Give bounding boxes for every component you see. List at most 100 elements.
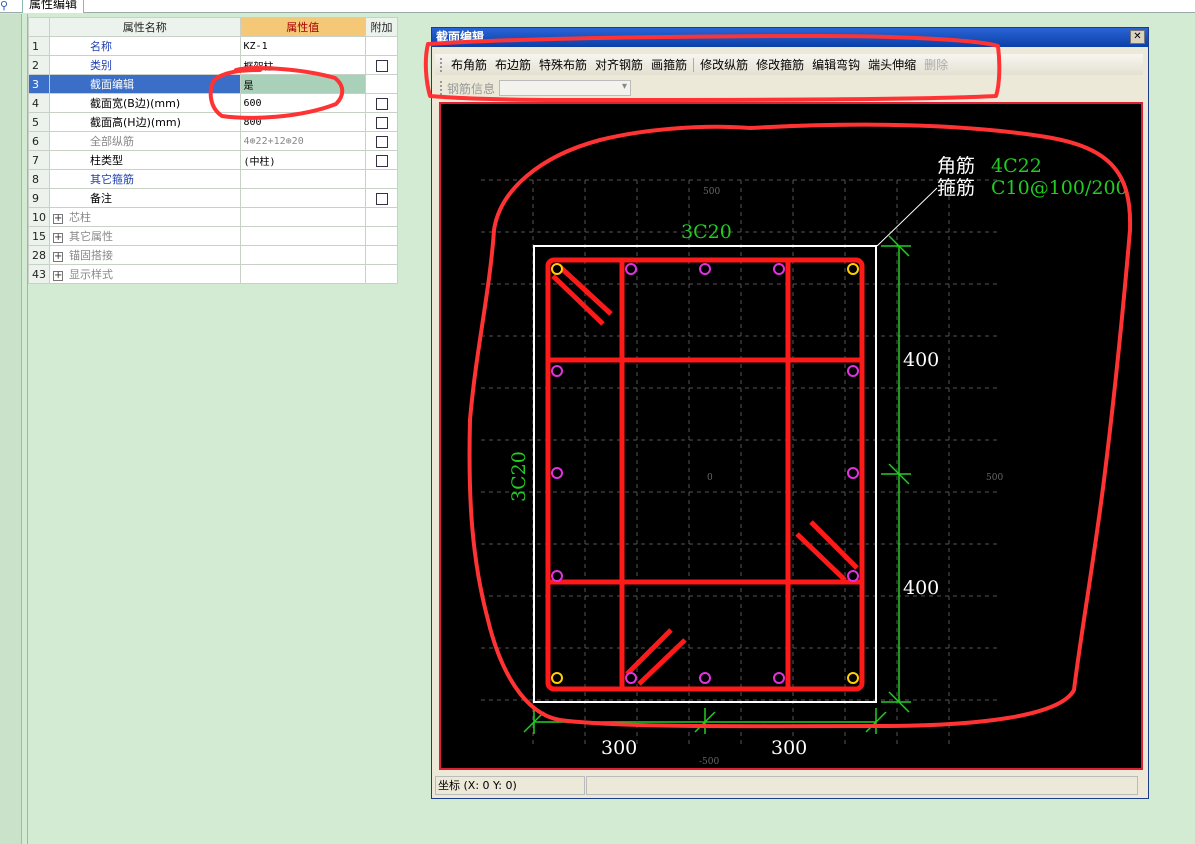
extra-checkbox[interactable] bbox=[375, 97, 388, 110]
property-value[interactable]: 框架柱 bbox=[239, 55, 367, 75]
end-extend-button[interactable]: 端头伸缩 bbox=[864, 56, 920, 73]
expand-icon[interactable]: + bbox=[53, 252, 63, 262]
table-row[interactable]: 5 截面高(H边)(mm) 800 bbox=[28, 112, 398, 132]
property-value[interactable] bbox=[239, 169, 367, 189]
property-group: + 其它属性 bbox=[49, 226, 241, 246]
section-drawing[interactable]: 500 500 -500 0 角筋 4C22 箍筋 C10@100/200 3C… bbox=[441, 104, 1141, 768]
axis-label-right: 500 bbox=[986, 473, 1003, 483]
table-row[interactable]: 10 + 芯柱 bbox=[28, 207, 398, 227]
corner-rebar-label: 角筋 bbox=[937, 155, 975, 177]
extra-checkbox[interactable] bbox=[375, 192, 388, 205]
property-value[interactable]: 4⊕22+12⊕20 bbox=[239, 131, 367, 151]
extra-cell bbox=[365, 245, 398, 265]
property-name: 其它箍筋 bbox=[49, 169, 241, 189]
extra-cell bbox=[365, 112, 398, 132]
corner-rebar-button[interactable]: 布角筋 bbox=[447, 56, 491, 73]
property-value bbox=[239, 264, 367, 284]
group-label: 其它属性 bbox=[69, 230, 113, 243]
expand-icon[interactable]: + bbox=[53, 214, 63, 224]
grid-header-num bbox=[28, 17, 50, 37]
column-outline bbox=[533, 245, 877, 703]
extra-cell bbox=[365, 207, 398, 227]
modify-longitudinal-button[interactable]: 修改纵筋 bbox=[696, 56, 752, 73]
expand-icon[interactable]: + bbox=[53, 271, 63, 281]
group-label: 显示样式 bbox=[69, 268, 113, 281]
table-row[interactable]: 28 + 锚固搭接 bbox=[28, 245, 398, 265]
extra-checkbox[interactable] bbox=[375, 135, 388, 148]
extra-checkbox[interactable] bbox=[375, 154, 388, 167]
search-icon[interactable]: ⚲ bbox=[0, 0, 13, 13]
property-grid: 属性名称 属性值 附加 1 名称 KZ-1 2 类别 框架柱 3 截面编辑 是 … bbox=[28, 17, 398, 284]
row-number: 7 bbox=[28, 150, 50, 170]
table-row[interactable]: 4 截面宽(B边)(mm) 600 bbox=[28, 93, 398, 113]
property-value[interactable]: 800 bbox=[239, 112, 367, 132]
property-name: 备注 bbox=[49, 188, 241, 208]
dimension-vertical-1: 400 bbox=[903, 349, 939, 371]
table-row[interactable]: 7 柱类型 (中柱) bbox=[28, 150, 398, 170]
left-panel-strip bbox=[0, 14, 22, 844]
extra-checkbox[interactable] bbox=[375, 59, 388, 72]
toolbar-grip[interactable] bbox=[440, 57, 443, 72]
property-name: 截面高(H边)(mm) bbox=[49, 112, 241, 132]
table-row[interactable]: 6 全部纵筋 4⊕22+12⊕20 bbox=[28, 131, 398, 151]
extra-cell bbox=[365, 150, 398, 170]
table-row[interactable]: 15 + 其它属性 bbox=[28, 226, 398, 246]
grid-header-extra[interactable]: 附加 bbox=[365, 17, 398, 37]
grid-header-row: 属性名称 属性值 附加 bbox=[28, 17, 398, 37]
property-value[interactable] bbox=[239, 188, 367, 208]
axis-label-bottom: -500 bbox=[699, 757, 719, 767]
extra-checkbox[interactable] bbox=[375, 116, 388, 129]
extra-cell bbox=[365, 169, 398, 189]
table-row-selected[interactable]: 3 截面编辑 是 bbox=[28, 74, 398, 94]
property-value bbox=[239, 207, 367, 227]
extra-cell bbox=[365, 131, 398, 151]
modify-stirrup-button[interactable]: 修改箍筋 bbox=[752, 56, 808, 73]
corner-rebar-value: 4C22 bbox=[991, 155, 1042, 177]
property-value[interactable]: KZ-1 bbox=[239, 36, 367, 56]
side-rebar-label: 3C20 bbox=[508, 451, 530, 502]
delete-button[interactable]: 删除 bbox=[920, 56, 952, 73]
property-value[interactable]: 是 bbox=[239, 74, 367, 94]
edit-hook-button[interactable]: 编辑弯钩 bbox=[808, 56, 864, 73]
grid-header-value[interactable]: 属性值 bbox=[239, 17, 367, 37]
table-row[interactable]: 1 名称 KZ-1 bbox=[28, 36, 398, 56]
row-number: 1 bbox=[28, 36, 50, 56]
leader-line bbox=[876, 187, 938, 247]
property-name: 名称 bbox=[49, 36, 241, 56]
edge-rebar-button[interactable]: 布边筋 bbox=[491, 56, 535, 73]
table-row[interactable]: 2 类别 框架柱 bbox=[28, 55, 398, 75]
grid-header-name[interactable]: 属性名称 bbox=[49, 17, 241, 37]
extra-cell bbox=[365, 93, 398, 113]
align-rebar-button[interactable]: 对齐钢筋 bbox=[591, 56, 647, 73]
close-icon[interactable]: ✕ bbox=[1130, 30, 1145, 44]
row-number: 43 bbox=[28, 264, 50, 284]
row-number: 15 bbox=[28, 226, 50, 246]
dimension-horizontal-2: 300 bbox=[771, 737, 807, 759]
draw-stirrup-button[interactable]: 画箍筋 bbox=[647, 56, 691, 73]
property-group: + 锚固搭接 bbox=[49, 245, 241, 265]
stirrups bbox=[545, 257, 865, 692]
property-value bbox=[239, 226, 367, 246]
table-row[interactable]: 8 其它箍筋 bbox=[28, 169, 398, 189]
row-number: 8 bbox=[28, 169, 50, 189]
toolbar-grip[interactable] bbox=[440, 81, 443, 95]
special-rebar-button[interactable]: 特殊布筋 bbox=[535, 56, 591, 73]
expand-icon[interactable]: + bbox=[53, 233, 63, 243]
property-group: + 显示样式 bbox=[49, 264, 241, 284]
editor-toolbar: 布角筋 布边筋 特殊布筋 对齐钢筋 画箍筋 修改纵筋 修改箍筋 编辑弯钩 端头伸… bbox=[435, 54, 1143, 75]
tab-property-edit[interactable]: 属性编辑 bbox=[22, 0, 85, 13]
rebar-info-bar: 钢筋信息 bbox=[435, 78, 1143, 98]
row-number: 9 bbox=[28, 188, 50, 208]
property-name: 截面宽(B边)(mm) bbox=[49, 93, 241, 113]
dimension-vertical-2: 400 bbox=[903, 577, 939, 599]
window-title[interactable]: 截面编辑 bbox=[432, 28, 1148, 47]
table-row[interactable]: 43 + 显示样式 bbox=[28, 264, 398, 284]
property-name: 截面编辑 bbox=[49, 74, 241, 94]
property-value[interactable]: (中柱) bbox=[239, 150, 367, 170]
table-row[interactable]: 9 备注 bbox=[28, 188, 398, 208]
rebar-info-select[interactable] bbox=[499, 80, 632, 96]
property-value[interactable]: 600 bbox=[239, 93, 367, 113]
row-number: 4 bbox=[28, 93, 50, 113]
section-canvas[interactable]: 500 500 -500 0 角筋 4C22 箍筋 C10@100/200 3C… bbox=[439, 102, 1143, 770]
group-label: 锚固搭接 bbox=[69, 249, 113, 262]
